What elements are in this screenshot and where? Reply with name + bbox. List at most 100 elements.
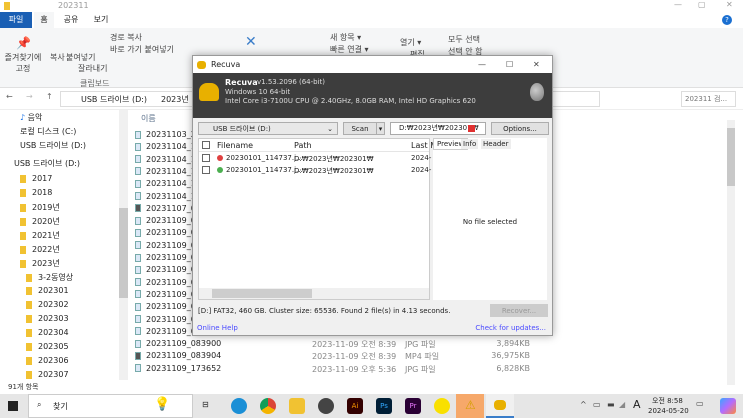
copy-path-button[interactable]: 경로 복사: [110, 32, 142, 43]
nav-folder[interactable]: 2018: [20, 188, 52, 197]
nav-subfolder[interactable]: 202305: [26, 342, 69, 351]
file-row[interactable]: 20231109_173652 2023-11-09 오후 5:36 JPG 파일 6…: [135, 364, 725, 376]
scroll-thumb[interactable]: [119, 208, 128, 298]
recover-button[interactable]: Recover...: [490, 304, 548, 317]
column-path[interactable]: Path: [294, 141, 312, 150]
photoshop-icon[interactable]: Ps: [376, 398, 392, 414]
recuva-window: Recuva — ☐ ✕ Recuva v1.53.2096 (64-bit) …: [192, 55, 553, 336]
easy-access-button[interactable]: 빠른 연결 ▾: [330, 44, 369, 55]
nav-subfolder[interactable]: 202307: [26, 370, 69, 379]
file-row[interactable]: 20231109_083904 2023-11-09 오전 8:39 MP4 파일 3…: [135, 351, 725, 363]
clear-icon[interactable]: [468, 125, 475, 132]
minimize-button[interactable]: —: [674, 0, 682, 9]
column-name[interactable]: 이름: [141, 113, 156, 124]
nav-folder[interactable]: 2023년: [20, 258, 60, 269]
premiere-icon[interactable]: Pr: [405, 398, 421, 414]
result-row[interactable]: 20230101_114737.j... D:₩2023년₩202301₩ 2024…: [199, 153, 431, 165]
tray-chevron-icon[interactable]: ^: [580, 400, 587, 409]
path-filter-input[interactable]: D:₩2023년₩202301₩: [390, 122, 486, 135]
clock-time[interactable]: 오전 8:58: [652, 396, 683, 406]
scroll-thumb[interactable]: [727, 128, 735, 186]
recuva-taskbar-button[interactable]: [486, 394, 514, 418]
nav-usb-root[interactable]: USB 드라이브 (D:): [14, 158, 80, 169]
close-button[interactable]: ✕: [726, 0, 733, 9]
wifi-icon[interactable]: ◢: [619, 400, 625, 409]
app-icon[interactable]: [318, 398, 334, 414]
tab-home[interactable]: 홈: [34, 12, 54, 28]
up-icon[interactable]: ↑: [46, 92, 53, 101]
recuva-close-button[interactable]: ✕: [533, 56, 540, 73]
paste-shortcut-button[interactable]: 바로 가기 붙여넣기: [110, 44, 174, 55]
copilot-icon[interactable]: [720, 398, 736, 414]
nav-scrollbar[interactable]: [119, 110, 128, 380]
result-path: D:₩2023년₩202301₩: [294, 167, 374, 175]
tab-info[interactable]: Info: [461, 139, 479, 149]
scan-dropdown-button[interactable]: ▾: [376, 122, 385, 135]
restore-button[interactable]: ▢: [698, 0, 706, 9]
select-all-button[interactable]: 모두 선택: [448, 34, 480, 45]
nav-subfolder[interactable]: 3-2동영상: [26, 272, 73, 283]
nav-subfolder[interactable]: 202303: [26, 314, 69, 323]
horizontal-scrollbar[interactable]: [199, 288, 429, 299]
illustrator-icon[interactable]: Ai: [347, 398, 363, 414]
delete-icon[interactable]: ✕: [245, 34, 257, 50]
recuva-minimize-button[interactable]: —: [478, 56, 486, 73]
help-icon[interactable]: ?: [722, 15, 732, 25]
copy-button[interactable]: 복사: [50, 52, 65, 63]
notification-icon[interactable]: ▭: [696, 399, 704, 408]
kakaotalk-icon[interactable]: [434, 398, 450, 414]
task-view-icon[interactable]: ⊟: [202, 400, 209, 409]
tab-file[interactable]: 파일: [0, 12, 32, 28]
edge-icon[interactable]: [231, 398, 247, 414]
nav-subfolder[interactable]: 202301: [26, 286, 69, 295]
ime-indicator[interactable]: A: [633, 398, 641, 411]
forward-icon[interactable]: →: [26, 92, 33, 101]
search-input[interactable]: 202311 검...: [681, 91, 736, 107]
nav-folder[interactable]: 2019년: [20, 202, 60, 213]
meet-icon[interactable]: ▭: [593, 400, 601, 409]
breadcrumb-usb[interactable]: USB 드라이브 (D:): [81, 94, 147, 105]
nav-folder[interactable]: 2022년: [20, 244, 60, 255]
file-explorer-icon[interactable]: [289, 398, 305, 414]
drive-select[interactable]: USB 드라이브 (D:) ⌄: [198, 122, 338, 135]
result-checkbox[interactable]: [202, 154, 210, 162]
nav-subfolder[interactable]: 202302: [26, 300, 69, 309]
online-help-link[interactable]: Online Help: [197, 324, 238, 332]
nav-folder[interactable]: 2017: [20, 174, 52, 183]
cut-button[interactable]: 잘라내기: [78, 63, 107, 74]
breadcrumb-2023[interactable]: 2023년: [161, 94, 189, 105]
file-row[interactable]: 20231109_083900 2023-11-09 오전 8:39 JPG 파일 3…: [135, 339, 725, 351]
result-checkbox[interactable]: [202, 166, 210, 174]
recuva-maximize-button[interactable]: ☐: [506, 56, 513, 73]
open-button[interactable]: 열기 ▾: [400, 37, 421, 48]
result-row[interactable]: 20230101_114737.j... D:₩2023년₩202301₩ 2024…: [199, 165, 431, 177]
nav-subfolder[interactable]: 202304: [26, 328, 69, 337]
check-updates-link[interactable]: Check for updates...: [475, 324, 546, 332]
tab-header[interactable]: Header: [481, 139, 511, 149]
tab-view[interactable]: 보기: [90, 12, 112, 28]
chrome-icon[interactable]: [260, 398, 276, 414]
back-icon[interactable]: ←: [6, 92, 13, 101]
battery-icon[interactable]: ▬: [607, 400, 615, 409]
pin-button[interactable]: 즐겨찾기에 고정: [4, 52, 42, 74]
new-item-button[interactable]: 새 항목 ▾: [330, 32, 361, 43]
warning-app-button[interactable]: ⚠: [456, 394, 484, 418]
scan-button[interactable]: Scan: [343, 122, 377, 135]
nav-folder[interactable]: 2020년: [20, 216, 60, 227]
options-button[interactable]: Options...: [491, 122, 549, 135]
nav-music[interactable]: ♪ 음악: [20, 112, 42, 123]
tab-share[interactable]: 공유: [60, 12, 82, 28]
select-all-checkbox[interactable]: [202, 141, 210, 149]
nav-subfolder[interactable]: 202306: [26, 356, 69, 365]
scroll-thumb[interactable]: [212, 289, 312, 298]
nav-usb[interactable]: USB 드라이브 (D:): [20, 140, 86, 151]
taskbar-search[interactable]: ⌕ 찾기 💡: [28, 394, 193, 418]
nav-local-disk[interactable]: 로컬 디스크 (C:): [20, 126, 76, 137]
column-filename[interactable]: Filename: [217, 141, 253, 150]
list-scrollbar[interactable]: [727, 120, 735, 385]
clock-date[interactable]: 2024-05-20: [648, 407, 689, 415]
paste-button[interactable]: 붙여넣기: [66, 52, 95, 63]
nav-folder[interactable]: 2021년: [20, 230, 60, 241]
image-file-icon: [135, 130, 141, 139]
windows-start-icon[interactable]: [8, 401, 18, 411]
